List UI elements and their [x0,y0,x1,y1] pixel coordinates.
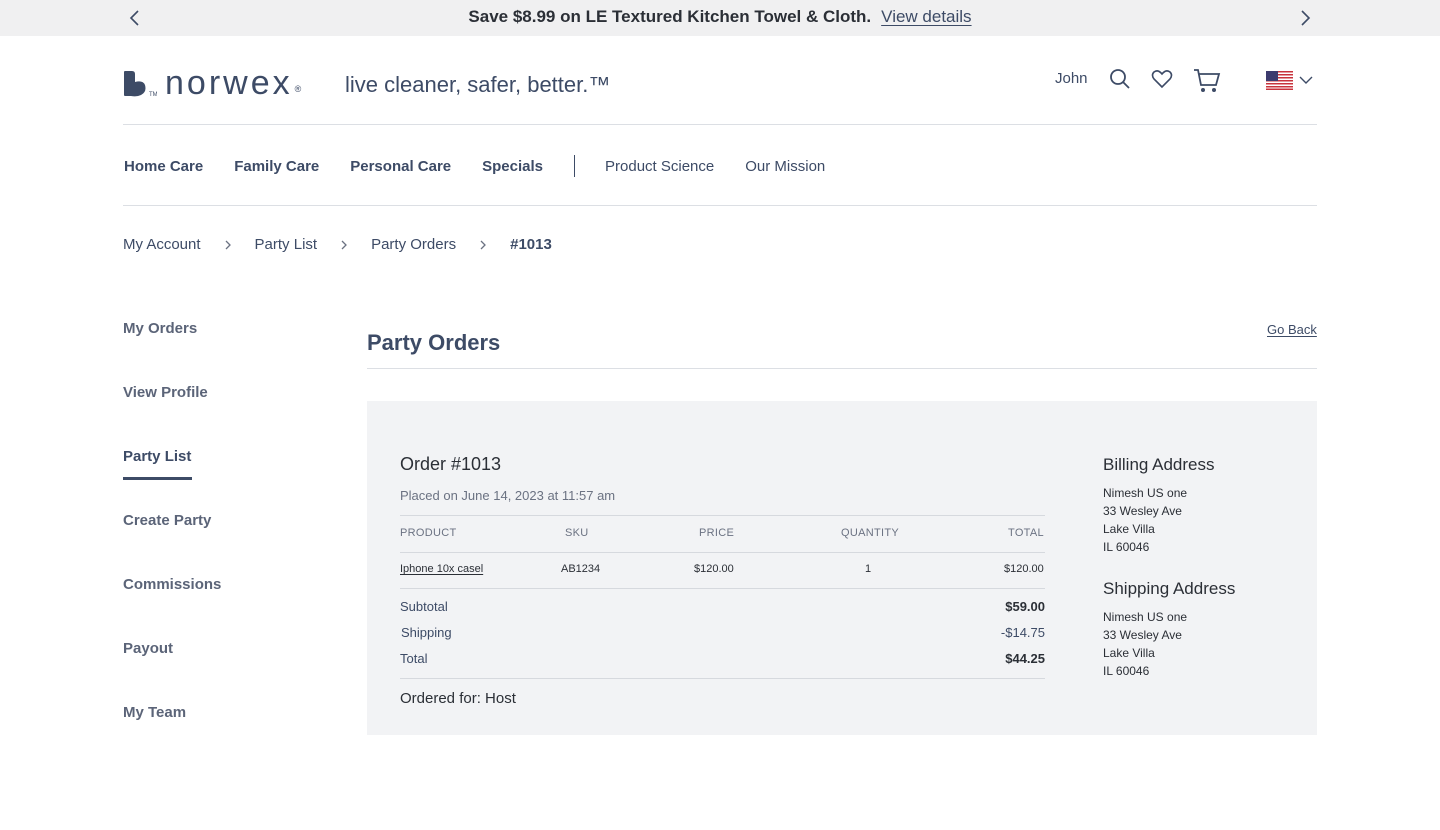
shipping-address-heading: Shipping Address [1103,579,1236,598]
promo-message: Save $8.99 on LE Textured Kitchen Towel … [0,7,1440,27]
col-header-price: PRICE [699,527,735,539]
us-flag-icon[interactable] [1266,71,1293,90]
nav-home-care[interactable]: Home Care [124,158,203,175]
promo-bar: Save $8.99 on LE Textured Kitchen Towel … [0,0,1440,36]
breadcrumb-party-list[interactable]: Party List [255,236,318,253]
nav-specials[interactable]: Specials [482,158,543,175]
chevron-right-icon [341,240,347,249]
billing-address-line: 33 Wesley Ave [1103,504,1182,518]
shipping-value: -$14.75 [1000,625,1045,640]
promo-text: Save $8.99 on LE Textured Kitchen Towel … [468,7,872,26]
breadcrumb: My Account Party List Party Orders #1013 [123,236,552,253]
nav-personal-care[interactable]: Personal Care [350,158,451,175]
total-value: $44.25 [1005,651,1045,666]
subtotal-label: Subtotal [400,599,448,614]
sidebar-item-party-list[interactable]: Party List [123,448,191,465]
breadcrumb-current: #1013 [510,236,552,253]
product-link[interactable]: Iphone 10x casel [400,563,483,575]
table-top-border [400,515,1045,516]
summary-divider [400,678,1045,679]
ordered-for: Ordered for: Host [400,690,516,707]
shipping-label: Shipping [401,625,452,640]
col-header-product: PRODUCT [400,527,457,539]
row-quantity: 1 [865,563,872,575]
order-placed-date: Placed on June 14, 2023 at 11:57 am [400,488,616,503]
row-sku: AB1234 [561,563,601,575]
logo-wordmark: norwex [165,64,293,102]
billing-address-line: IL 60046 [1103,540,1150,554]
header-divider [123,124,1317,125]
view-details-link[interactable]: View details [881,7,971,26]
chevron-right-icon [480,240,487,249]
shipping-address-line: Lake Villa [1103,646,1155,660]
row-price: $120.00 [694,563,734,575]
nav-product-science[interactable]: Product Science [605,158,714,175]
order-title: Order #1013 [400,454,502,474]
user-name[interactable]: John [1055,70,1088,87]
nav-divider [123,205,1317,206]
breadcrumb-party-orders[interactable]: Party Orders [371,236,456,253]
subtotal-value: $59.00 [1005,599,1045,614]
search-icon[interactable] [1109,68,1131,90]
heart-icon[interactable] [1151,68,1173,90]
active-indicator [123,477,192,480]
shipping-address-line: 33 Wesley Ave [1103,628,1182,642]
title-divider [367,368,1317,369]
col-header-total: TOTAL [1008,527,1044,539]
billing-address-line: Lake Villa [1103,522,1155,536]
page-title: Party Orders [367,330,501,355]
chevron-right-icon[interactable] [1295,8,1315,28]
norwex-logo[interactable]: TM norwex ® [123,64,302,102]
chevron-right-icon [225,240,231,249]
main-nav: Home Care Family Care Personal Care Spec… [124,155,856,177]
table-header-border [400,552,1045,553]
billing-address-heading: Billing Address [1103,455,1215,474]
tagline: live cleaner, safer, better.™ [345,72,611,97]
chevron-down-icon[interactable] [1299,74,1313,86]
total-label: Total [400,651,428,666]
order-panel [367,401,1317,735]
billing-address-line: Nimesh US one [1103,486,1188,500]
shipping-address-line: Nimesh US one [1103,610,1188,624]
sidebar-item-my-orders[interactable]: My Orders [123,320,197,337]
nav-separator [574,155,576,177]
nav-family-care[interactable]: Family Care [234,158,319,175]
cart-icon[interactable] [1193,68,1221,94]
col-header-quantity: QUANTITY [841,527,900,539]
sidebar-item-view-profile[interactable]: View Profile [123,384,208,401]
sidebar-item-create-party[interactable]: Create Party [123,512,211,529]
svg-text:TM: TM [149,92,157,98]
nav-our-mission[interactable]: Our Mission [745,158,825,175]
col-header-sku: SKU [565,527,589,539]
table-bottom-border [400,588,1045,589]
shipping-address-line: IL 60046 [1103,664,1150,678]
sidebar-item-payout[interactable]: Payout [123,640,173,657]
logo-mark-icon: TM [124,71,157,98]
breadcrumb-my-account[interactable]: My Account [123,236,201,253]
sidebar-item-my-team[interactable]: My Team [123,704,186,721]
go-back-link[interactable]: Go Back [1267,322,1317,337]
row-total: $120.00 [1004,563,1044,575]
sidebar-item-commissions[interactable]: Commissions [123,576,221,593]
registered-mark: ® [294,84,302,94]
